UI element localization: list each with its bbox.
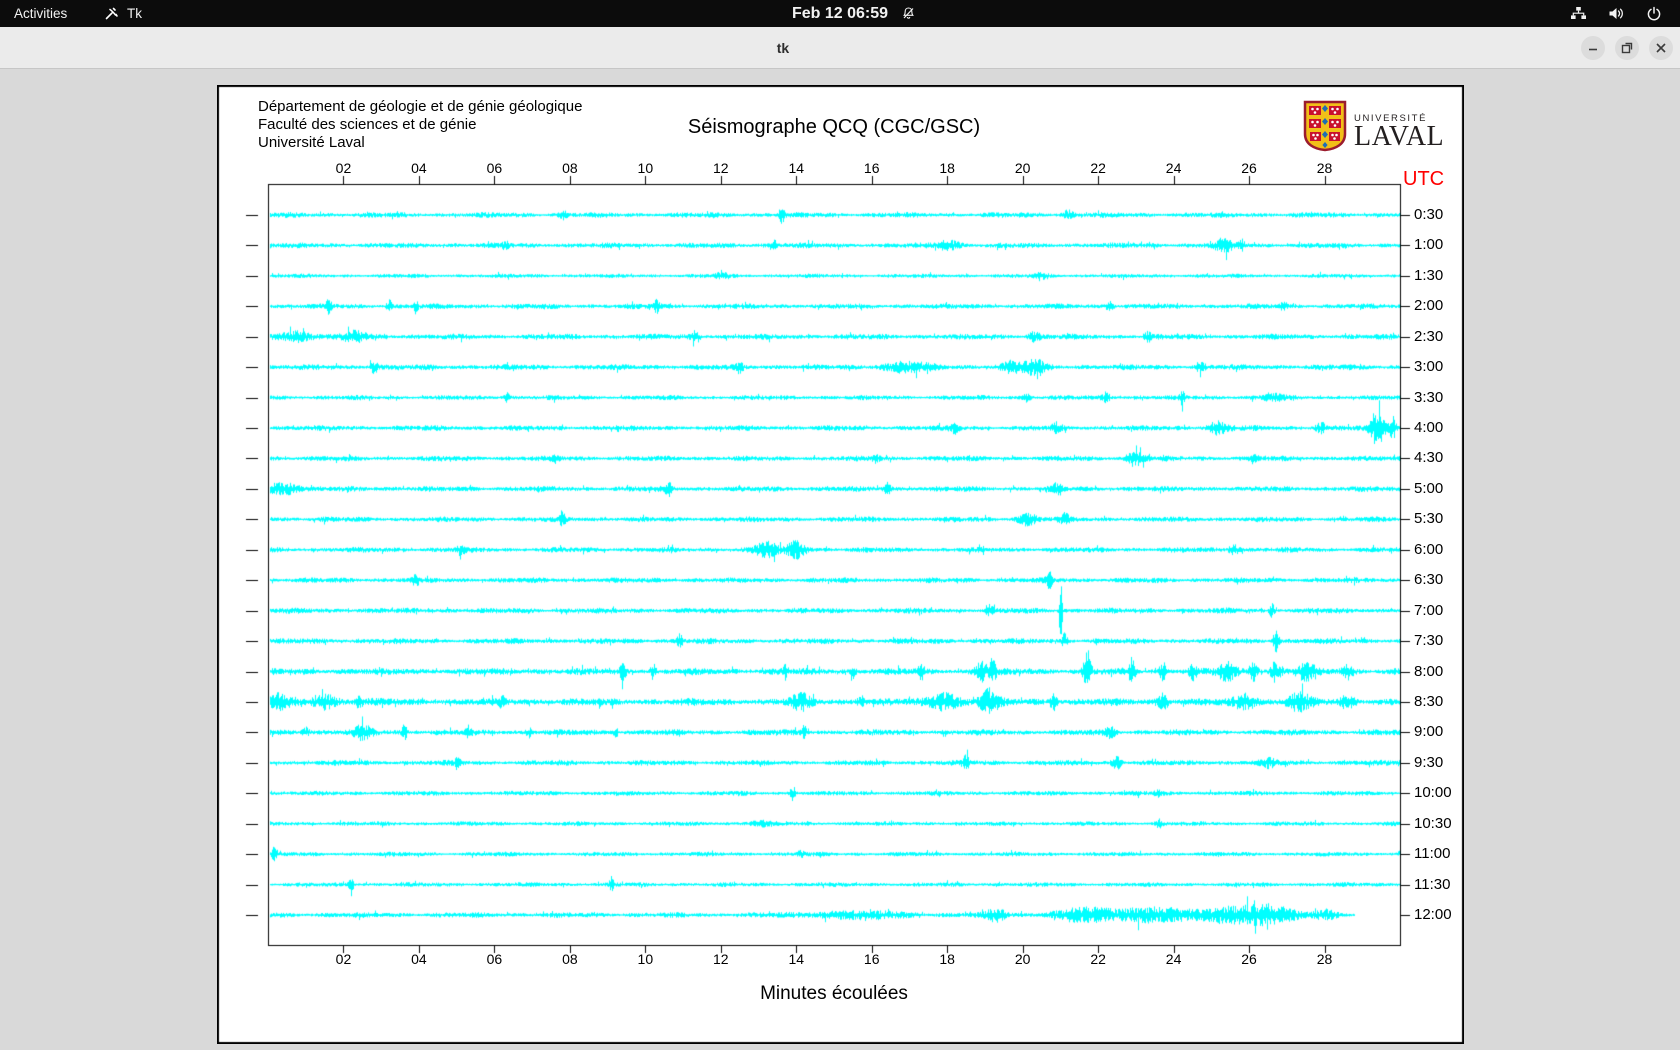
utc-time-label: 1:00 (1414, 237, 1443, 254)
x-tick-label-bottom: 24 (1166, 952, 1182, 967)
utc-time-label: 0:30 (1414, 207, 1443, 224)
maximize-icon (1615, 36, 1639, 60)
utc-time-label: 11:30 (1414, 877, 1450, 894)
x-tick-label-top: 16 (864, 161, 880, 176)
minimize-button[interactable] (1581, 36, 1605, 60)
laval-crest-icon (1303, 100, 1347, 152)
x-tick-label-top: 12 (713, 161, 729, 176)
utc-time-label: 7:00 (1414, 603, 1443, 620)
x-tick-label-top: 02 (336, 161, 352, 176)
notifications-muted-icon (901, 6, 916, 21)
x-tick-label-bottom: 10 (638, 952, 654, 967)
minimize-icon (1581, 36, 1605, 60)
x-tick-label-top: 14 (788, 161, 804, 176)
utc-time-label: 8:00 (1414, 664, 1443, 681)
utc-time-label: 1:30 (1414, 268, 1443, 285)
laval-text: LAVAL (1354, 124, 1444, 150)
laval-wordmark: UNIVERSITÉ LAVAL (1354, 100, 1444, 150)
window-controls (1581, 36, 1673, 60)
utc-time-label: 9:30 (1414, 755, 1443, 772)
system-menu-button[interactable] (1570, 6, 1662, 22)
x-tick-label-bottom: 02 (336, 952, 352, 967)
utc-time-label: 3:30 (1414, 390, 1443, 407)
x-axis-title: Minutes écoulées (760, 984, 908, 1005)
window-titlebar[interactable]: tk (0, 27, 1680, 69)
close-button[interactable] (1649, 36, 1673, 60)
utc-time-label: 8:30 (1414, 694, 1443, 711)
utc-time-label: 5:30 (1414, 511, 1443, 528)
x-tick-label-top: 28 (1317, 161, 1333, 176)
utc-time-label: 2:30 (1414, 329, 1443, 346)
power-icon (1646, 6, 1662, 22)
network-wired-icon (1570, 6, 1587, 21)
utc-axis-label: UTC (1403, 168, 1444, 190)
top-bar: Activities Tk Feb 12 06:59 (0, 0, 1680, 27)
utc-time-label: 7:30 (1414, 633, 1443, 650)
seismograph-page: Département de géologie et de génie géol… (217, 85, 1464, 1044)
x-tick-label-bottom: 22 (1090, 952, 1106, 967)
utc-time-label: 11:00 (1414, 846, 1450, 863)
laval-logo: UNIVERSITÉ LAVAL (1303, 100, 1444, 152)
utc-time-label: 3:00 (1414, 359, 1443, 376)
utc-time-label: 12:00 (1414, 907, 1452, 924)
window-title: tk (777, 40, 789, 56)
clock-label: Feb 12 06:59 (792, 5, 888, 23)
window-body: Département de géologie et de génie géol… (0, 69, 1680, 1050)
system-status-area (1570, 0, 1680, 27)
x-tick-label-top: 06 (487, 161, 503, 176)
x-tick-label-top: 22 (1090, 161, 1106, 176)
utc-time-label: 10:00 (1414, 785, 1452, 802)
x-tick-label-top: 08 (562, 161, 578, 176)
institution-line-3: Université Laval (258, 134, 582, 152)
plot-title: Séismographe QCQ (CGC/GSC) (688, 116, 980, 138)
utc-time-label: 6:30 (1414, 572, 1443, 589)
x-tick-label-bottom: 26 (1241, 952, 1257, 967)
topbar-center: Feb 12 06:59 (0, 0, 1680, 27)
utc-time-label: 4:30 (1414, 450, 1443, 467)
close-icon (1649, 36, 1673, 60)
seismogram-traces (217, 85, 1464, 1044)
clock-button[interactable]: Feb 12 06:59 (792, 0, 916, 27)
desktop: { "topbar": { "activities": "Activities"… (0, 0, 1680, 1050)
x-tick-label-top: 26 (1241, 161, 1257, 176)
volume-icon (1608, 6, 1625, 21)
x-tick-label-bottom: 18 (939, 952, 955, 967)
x-tick-label-bottom: 14 (788, 952, 804, 967)
x-tick-label-bottom: 06 (487, 952, 503, 967)
x-tick-label-top: 10 (638, 161, 654, 176)
x-tick-label-top: 04 (411, 161, 427, 176)
x-tick-label-top: 24 (1166, 161, 1182, 176)
utc-time-label: 10:30 (1414, 816, 1452, 833)
x-tick-label-bottom: 28 (1317, 952, 1333, 967)
institution-line-2: Faculté des sciences et de génie (258, 116, 582, 134)
utc-time-label: 9:00 (1414, 724, 1443, 741)
x-tick-label-top: 20 (1015, 161, 1031, 176)
x-tick-label-top: 18 (939, 161, 955, 176)
x-tick-label-bottom: 12 (713, 952, 729, 967)
x-tick-label-bottom: 08 (562, 952, 578, 967)
x-tick-label-bottom: 16 (864, 952, 880, 967)
x-tick-label-bottom: 20 (1015, 952, 1031, 967)
utc-time-label: 4:00 (1414, 420, 1443, 437)
institution-line-1: Département de géologie et de génie géol… (258, 98, 582, 116)
utc-time-label: 6:00 (1414, 542, 1443, 559)
utc-time-label: 5:00 (1414, 481, 1443, 498)
utc-time-label: 2:00 (1414, 298, 1443, 315)
x-tick-label-bottom: 04 (411, 952, 427, 967)
institution-block: Département de géologie et de génie géol… (258, 98, 582, 152)
maximize-button[interactable] (1615, 36, 1639, 60)
